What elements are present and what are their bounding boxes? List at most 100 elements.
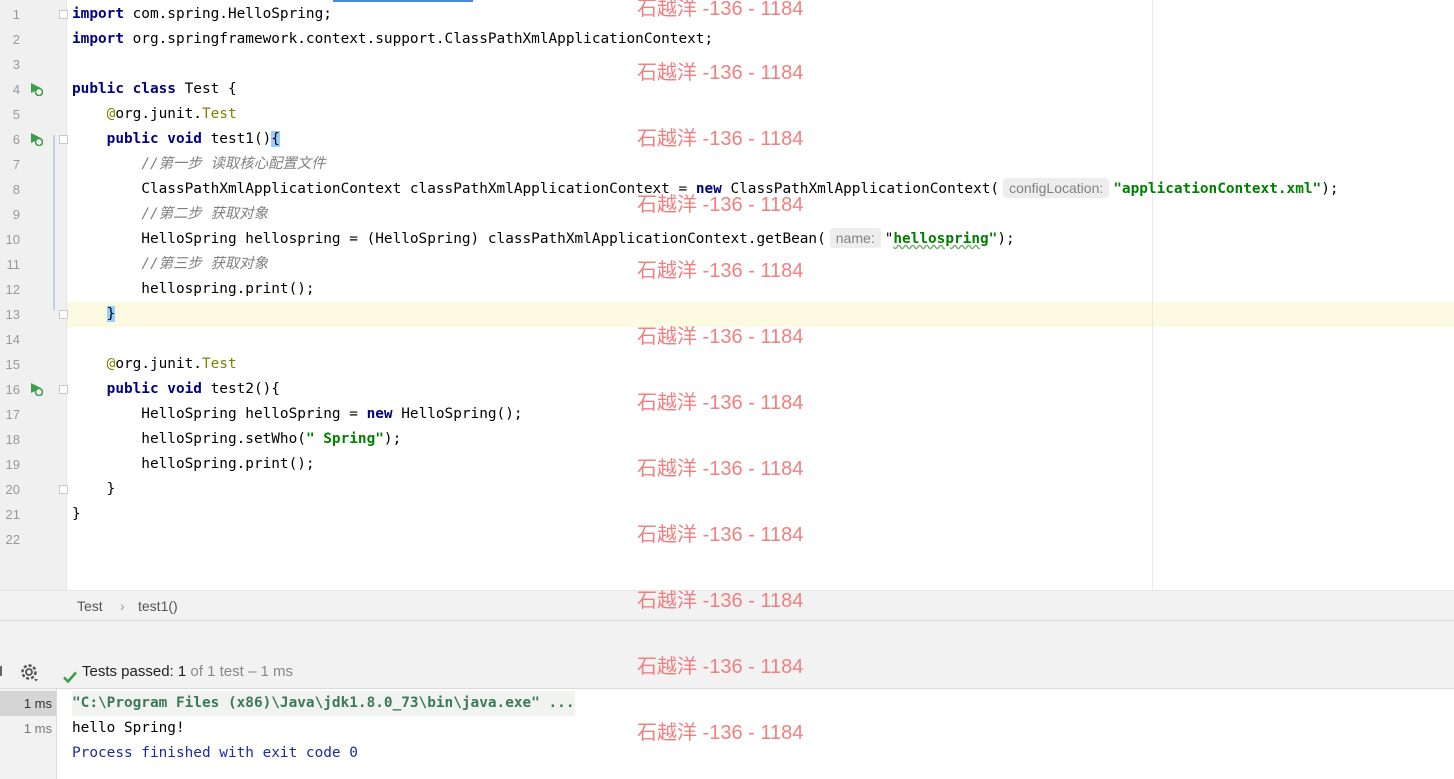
console-command-line[interactable]: "C:\Program Files (x86)\Java\jdk1.8.0_73… bbox=[72, 691, 575, 716]
test-tree-row[interactable]: 1 ms bbox=[0, 691, 56, 716]
code-token: org.junit. bbox=[115, 356, 202, 372]
test-tree-panel[interactable]: 1 ms 1 ms bbox=[0, 689, 57, 779]
line-number: 6 bbox=[12, 132, 20, 147]
code-token: ClassPathXmlApplicationContext classPath… bbox=[72, 181, 696, 197]
code-token: org.junit. bbox=[115, 106, 202, 122]
watermark-text: 石越洋 -136 - 1184 bbox=[637, 590, 804, 612]
editor-gutter[interactable]: 1 2 3 4 5 6 7 8 9 10 11 12 13 14 15 16 17 18 19 20 21 22 bbox=[0, 0, 68, 590]
watermark-text: 石越洋 -136 - 1184 bbox=[637, 656, 804, 678]
console-output-line: hello Spring! bbox=[72, 720, 185, 736]
watermark-text: 石越洋 -136 - 1184 bbox=[637, 62, 804, 84]
code-token: HelloSpring hellospring = (HelloSpring) … bbox=[72, 231, 826, 247]
watermark-text: 石越洋 -136 - 1184 bbox=[637, 0, 804, 20]
line-number: 13 bbox=[5, 307, 20, 322]
breadcrumb-class[interactable]: Test bbox=[77, 591, 103, 621]
code-line[interactable]: //第一步 读取核心配置文件 bbox=[72, 152, 1452, 177]
tests-status-label: Tests passed: bbox=[82, 663, 174, 680]
code-token: test1() bbox=[201, 131, 272, 147]
parameter-hint: configLocation: bbox=[1003, 178, 1110, 198]
fold-marker-icon[interactable] bbox=[59, 310, 68, 319]
code-token: hellospring bbox=[893, 231, 989, 247]
code-token: HelloSpring helloSpring = bbox=[72, 406, 367, 422]
code-token: //第三步 获取对象 bbox=[141, 256, 269, 272]
breadcrumb-method[interactable]: test1() bbox=[138, 591, 178, 621]
code-token: public void bbox=[106, 131, 202, 147]
line-number: 14 bbox=[5, 332, 20, 347]
code-token: helloSpring.setWho( bbox=[72, 431, 306, 447]
fold-marker-icon[interactable] bbox=[59, 135, 68, 144]
code-token: ); bbox=[383, 431, 402, 447]
watermark-text: 石越洋 -136 - 1184 bbox=[637, 722, 804, 744]
run-test-icon[interactable] bbox=[29, 132, 44, 147]
tests-summary: of 1 test – 1 ms bbox=[190, 663, 293, 680]
line-number: 10 bbox=[5, 232, 20, 247]
fold-marker-icon[interactable] bbox=[59, 385, 68, 394]
line-number: 2 bbox=[12, 32, 20, 47]
line-number: 11 bbox=[6, 257, 21, 272]
code-token: } bbox=[72, 506, 81, 522]
line-number: 1 bbox=[12, 7, 20, 22]
code-line[interactable]: helloSpring.setWho(" Spring"); bbox=[72, 427, 1452, 452]
line-number: 9 bbox=[12, 207, 20, 222]
watermark-text: 石越洋 -136 - 1184 bbox=[637, 128, 804, 150]
watermark-text: 石越洋 -136 - 1184 bbox=[637, 392, 804, 414]
line-number: 22 bbox=[5, 532, 20, 547]
line-number: 8 bbox=[12, 182, 20, 197]
line-number: 19 bbox=[5, 457, 20, 472]
code-token: "applicationContext.xml" bbox=[1113, 181, 1322, 197]
tests-passed-count: 1 bbox=[177, 663, 187, 680]
watermark-text: 石越洋 -136 - 1184 bbox=[637, 326, 804, 348]
line-number: 5 bbox=[12, 107, 20, 122]
code-token: ); bbox=[997, 231, 1015, 247]
console-output[interactable]: "C:\Program Files (x86)\Java\jdk1.8.0_73… bbox=[72, 691, 575, 766]
line-number: 4 bbox=[12, 82, 20, 97]
code-token: //第一步 读取核心配置文件 bbox=[141, 156, 326, 172]
console-exit-line: Process finished with exit code 0 bbox=[72, 745, 358, 761]
test-tree-row[interactable]: 1 ms bbox=[0, 716, 56, 741]
code-token: import bbox=[72, 6, 124, 22]
code-editor[interactable]: 1 2 3 4 5 6 7 8 9 10 11 12 13 14 15 16 17 18 19 20 21 22 impo… bbox=[0, 0, 1454, 590]
code-token: org.springframework.context.support.Clas… bbox=[123, 31, 714, 47]
line-number: 15 bbox=[5, 357, 20, 372]
breadcrumb-separator: › bbox=[120, 598, 125, 614]
code-token: HelloSpring(); bbox=[392, 406, 523, 422]
code-token: //第二步 获取对象 bbox=[141, 206, 269, 222]
fold-marker-icon[interactable] bbox=[59, 10, 68, 19]
run-test-icon[interactable] bbox=[29, 382, 44, 397]
code-token: Test bbox=[201, 356, 237, 372]
code-token: new bbox=[366, 406, 393, 422]
line-number: 16 bbox=[5, 382, 20, 397]
line-number: 12 bbox=[5, 282, 20, 297]
code-token: public void bbox=[106, 381, 202, 397]
watermark-text: 石越洋 -136 - 1184 bbox=[637, 260, 804, 282]
code-line[interactable]: @org.junit.Test bbox=[72, 352, 1452, 377]
watermark-text: 石越洋 -136 - 1184 bbox=[637, 194, 804, 216]
gear-icon[interactable] bbox=[20, 662, 40, 682]
code-line[interactable]: HelloSpring hellospring = (HelloSpring) … bbox=[72, 227, 1452, 252]
code-token: " Spring" bbox=[305, 431, 384, 447]
code-token: import bbox=[72, 31, 124, 47]
run-test-icon[interactable] bbox=[29, 82, 44, 97]
code-token: com.spring.HelloSpring; bbox=[123, 6, 332, 22]
code-token: Test { bbox=[175, 81, 237, 97]
code-line[interactable]: import org.springframework.context.suppo… bbox=[72, 27, 1452, 52]
fold-marker-icon[interactable] bbox=[59, 485, 68, 494]
code-token: test2(){ bbox=[201, 381, 280, 397]
line-number: 3 bbox=[12, 57, 20, 72]
code-token: hellospring.print(); bbox=[72, 281, 315, 297]
test-passed-check-icon bbox=[62, 664, 78, 684]
code-token: { bbox=[271, 131, 280, 147]
code-token: Test bbox=[201, 106, 237, 122]
code-token: ); bbox=[1321, 181, 1339, 197]
line-number: 18 bbox=[5, 432, 20, 447]
toolbar-edge-icon[interactable] bbox=[0, 666, 6, 676]
line-number: 7 bbox=[12, 157, 20, 172]
code-token: helloSpring.print(); bbox=[72, 456, 315, 472]
change-marker bbox=[53, 135, 55, 310]
